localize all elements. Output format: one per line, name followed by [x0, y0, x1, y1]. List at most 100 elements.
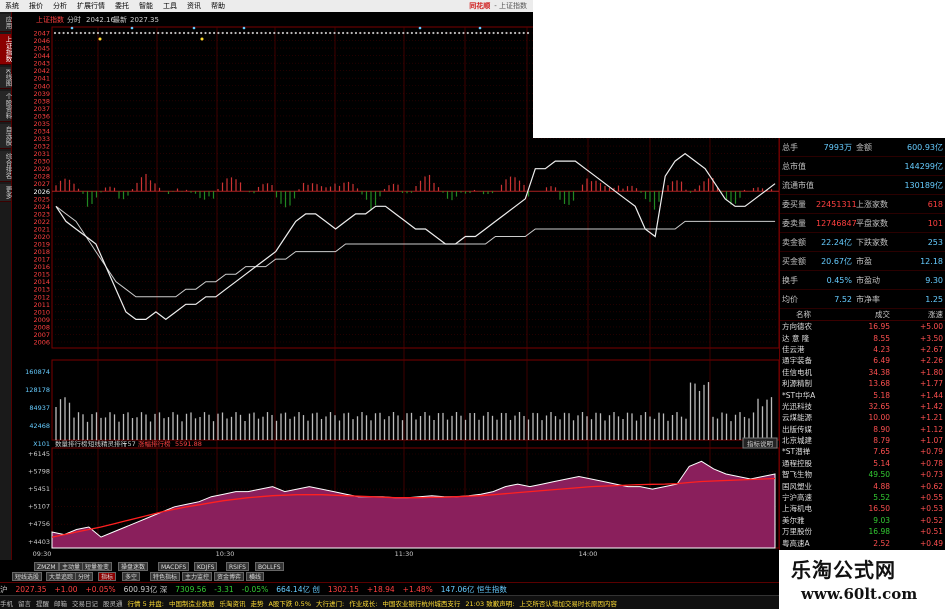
- menu-item-tools[interactable]: 工具: [158, 0, 182, 12]
- stock-row[interactable]: 出版传媒 8.90 +1.12: [780, 424, 945, 435]
- view-tab[interactable]: 大单追踪: [46, 572, 77, 581]
- stock-name: 利源精制: [782, 379, 812, 389]
- event-dot: [234, 31, 237, 35]
- indicator-tab[interactable]: ZMZM: [34, 562, 59, 571]
- event-dot: [75, 31, 78, 35]
- stock-row[interactable]: 佳信电机 34.38 +1.80: [780, 367, 945, 378]
- left-tab-more[interactable]: 更多: [0, 183, 12, 202]
- col-speed[interactable]: 涨速: [890, 309, 943, 320]
- event-dot: [389, 31, 392, 35]
- status-item[interactable]: A股下跌 0.5%: [268, 598, 311, 608]
- event-dot: [170, 31, 173, 35]
- status-item[interactable]: 提醒: [36, 598, 49, 608]
- indicator-tab[interactable]: KDJFS: [194, 562, 218, 571]
- status-item[interactable]: 大行进门:: [316, 598, 344, 608]
- event-dot: [58, 31, 61, 35]
- stock-row[interactable]: 利源精制 13.68 +1.77: [780, 378, 945, 389]
- view-tab[interactable]: 特色指标: [150, 572, 181, 581]
- menu-item-news[interactable]: 资讯: [182, 0, 206, 12]
- stock-row[interactable]: 云煤能源 10.00 +1.21: [780, 412, 945, 423]
- event-dot: [118, 31, 121, 35]
- status-item[interactable]: 21:03 致歉声明:: [465, 598, 514, 608]
- left-tab-ranking[interactable]: 综合排名: [0, 150, 12, 182]
- status-item[interactable]: 留言: [18, 598, 31, 608]
- stock-row[interactable]: 美尔雅 9.03 +0.52: [780, 515, 945, 526]
- left-tab-profile[interactable]: 个股资料: [0, 91, 12, 123]
- menu-item-system[interactable]: 系统: [0, 0, 24, 12]
- menu-item-extended[interactable]: 扩展行情: [72, 0, 110, 12]
- stock-row[interactable]: 通程控股 5.14 +0.78: [780, 458, 945, 469]
- stock-row[interactable]: 智飞生物 49.50 +0.73: [780, 469, 945, 480]
- event-dot: [380, 31, 383, 35]
- menu-item-smart[interactable]: 智能: [134, 0, 158, 12]
- stock-row[interactable]: 北京城建 8.79 +1.07: [780, 435, 945, 446]
- event-dot: [281, 31, 284, 35]
- col-name[interactable]: 名称: [782, 309, 840, 320]
- indicator-tab[interactable]: RSIFS: [226, 562, 249, 571]
- left-tab-watchlist[interactable]: 自选股: [0, 124, 12, 149]
- status-item[interactable]: 乐淘资讯: [219, 598, 245, 608]
- stock-row[interactable]: 国风塑业 4.88 +0.62: [780, 480, 945, 491]
- event-dot: [505, 31, 508, 35]
- stock-row[interactable]: *ST潜禅 7.65 +0.79: [780, 446, 945, 457]
- status-item[interactable]: 上交所否认增加交易时长原因内容: [519, 598, 617, 608]
- indicator-tab[interactable]: 主动量: [59, 562, 84, 571]
- stock-row[interactable]: 上海机电 16.50 +0.53: [780, 503, 945, 514]
- col-volume[interactable]: 成交: [840, 309, 890, 320]
- event-dot: [131, 31, 134, 35]
- status-item[interactable]: 作业成长:: [349, 598, 377, 608]
- stock-row[interactable]: 粤高速A 2.52 +0.49: [780, 537, 945, 548]
- status-item[interactable]: 股灵通: [103, 598, 123, 608]
- ticker-item: -0.05%: [241, 584, 269, 594]
- stock-row[interactable]: 通宇装备 6.49 +2.26: [780, 355, 945, 366]
- ticker-item: +0.05%: [85, 584, 116, 594]
- status-item[interactable]: 中国农业银行杭州城西支行: [382, 598, 460, 608]
- view-tab[interactable]: 资金博弈: [214, 572, 245, 581]
- menu-item-quote[interactable]: 报价: [24, 0, 48, 12]
- status-item[interactable]: 中国制造业数据: [169, 598, 215, 608]
- stock-row[interactable]: 光迅科技 32.65 +1.42: [780, 401, 945, 412]
- status-item[interactable]: 走势: [250, 598, 263, 608]
- stock-row[interactable]: 宁沪高速 5.52 +0.55: [780, 492, 945, 503]
- view-tab[interactable]: 分时: [75, 572, 94, 581]
- stock-row[interactable]: 方向德农 16.95 +5.00: [780, 321, 945, 332]
- stock-volume: 16.50: [868, 504, 890, 514]
- status-item[interactable]: 交易日记: [72, 598, 98, 608]
- event-dot: [273, 31, 276, 35]
- stock-row[interactable]: 佳云港 4.23 +2.67: [780, 344, 945, 355]
- left-tab-kline[interactable]: K线图: [0, 67, 12, 90]
- indicator-tab[interactable]: BOLLFS: [255, 562, 284, 571]
- event-dot: [213, 31, 216, 35]
- event-dot: [79, 31, 82, 35]
- stock-row[interactable]: 达 意 隆 8.55 +3.50: [780, 332, 945, 343]
- indicator-tab[interactable]: 操盘迷数: [118, 562, 149, 571]
- view-tab[interactable]: 指标: [98, 572, 117, 581]
- volume-axis: 160874 128178 84937 42468 X101: [25, 368, 50, 448]
- left-tab-apps[interactable]: 应用: [0, 14, 12, 32]
- menu-item-order[interactable]: 委托: [110, 0, 134, 12]
- indicator-tab[interactable]: 短量盈变: [82, 562, 113, 571]
- stock-volume: 8.79: [873, 436, 890, 446]
- stock-volume: 16.98: [868, 527, 890, 537]
- stock-row[interactable]: *ST中华A 5.18 +1.44: [780, 389, 945, 400]
- chart-header-value2: 2027.35: [130, 16, 159, 24]
- status-item[interactable]: 邮箱: [54, 598, 67, 608]
- stock-speed: +0.55: [920, 493, 943, 503]
- status-item[interactable]: 手机: [0, 598, 13, 608]
- event-markers: [53, 26, 530, 41]
- status-item[interactable]: 行情 5 并盘:: [128, 598, 164, 608]
- indicator-tab[interactable]: MACDFS: [158, 562, 190, 571]
- view-tab[interactable]: 横线: [246, 572, 265, 581]
- stock-row[interactable]: 万里股份 16.98 +0.51: [780, 526, 945, 537]
- event-dot: [92, 31, 95, 35]
- menu-item-help[interactable]: 帮助: [206, 0, 230, 12]
- event-dot: [428, 31, 431, 35]
- view-tab[interactable]: 短线选股: [12, 572, 43, 581]
- window-title: - 上证指数: [494, 2, 527, 10]
- left-tab-index[interactable]: 上证指数: [0, 34, 12, 65]
- chart-header-value1: 2042.16: [86, 16, 115, 24]
- view-tab[interactable]: 主力监控: [182, 572, 213, 581]
- menu-item-analysis[interactable]: 分析: [48, 0, 72, 12]
- view-tab[interactable]: 多空: [122, 572, 141, 581]
- indicator-tick-label: +4756: [28, 520, 50, 528]
